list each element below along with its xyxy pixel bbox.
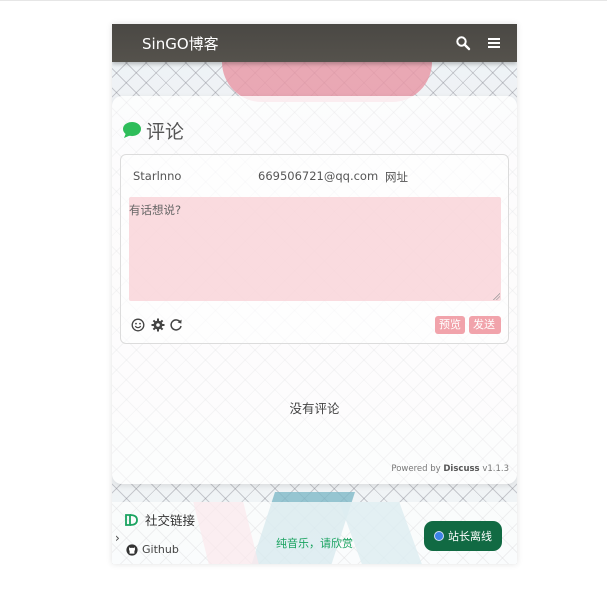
d-logo-icon [125, 513, 138, 526]
admin-status-label: 站长离线 [448, 530, 492, 543]
chevron-right-icon[interactable]: › [115, 531, 120, 545]
powered-by: Powered by Discuss v1.1.3 [391, 464, 509, 474]
social-links-section: 社交链接 › Github 纯音乐，请欣赏 站长离线 [112, 502, 517, 564]
email-field[interactable]: 669506721@qq.com [258, 169, 378, 183]
textarea-placeholder: 有话想说? [129, 203, 182, 217]
gear-icon[interactable] [151, 318, 165, 332]
refresh-icon[interactable] [169, 318, 183, 332]
social-links-title: 社交链接 [145, 513, 196, 528]
no-comments-text: 没有评论 [289, 401, 340, 416]
status-dot [434, 531, 444, 541]
top-divider [0, 0, 607, 1]
comments-title: 评论 [146, 120, 185, 143]
version-text: v1.1.3 [482, 464, 509, 474]
name-field[interactable]: Starlnno [133, 169, 181, 183]
chat-bubble-icon [123, 122, 141, 138]
site-header: SinGO博客 [112, 24, 517, 62]
search-icon[interactable] [455, 35, 471, 51]
comments-heading: 评论 [122, 118, 185, 143]
send-button[interactable]: 发送 [469, 316, 501, 334]
preview-button[interactable]: 预览 [435, 316, 465, 334]
site-title[interactable]: SinGO博客 [142, 33, 219, 54]
github-icon [126, 543, 138, 556]
admin-status-button[interactable]: 站长离线 [424, 521, 502, 551]
social-links-header: 社交链接 [125, 510, 195, 529]
comment-textarea[interactable]: 有话想说? [129, 197, 501, 301]
powered-by-label: Powered by [391, 464, 441, 474]
menu-icon[interactable] [486, 35, 502, 51]
emoji-icon[interactable] [131, 318, 145, 332]
comments-card: 评论 Starlnno 669506721@qq.com 网址 有话想说? 预览… [112, 96, 517, 484]
comment-form: Starlnno 669506721@qq.com 网址 有话想说? 预览 发送 [120, 154, 509, 344]
github-link[interactable]: Github [126, 543, 179, 556]
website-field[interactable]: 网址 [385, 169, 408, 185]
discuss-link[interactable]: Discuss [443, 464, 479, 474]
blog-page-frame: SinGO博客 评论 Starlnno 669506721@qq.com 网址 … [112, 24, 517, 564]
music-notice: 纯音乐，请欣赏 [276, 537, 353, 550]
resize-handle[interactable] [493, 293, 500, 300]
github-label: Github [142, 543, 179, 556]
